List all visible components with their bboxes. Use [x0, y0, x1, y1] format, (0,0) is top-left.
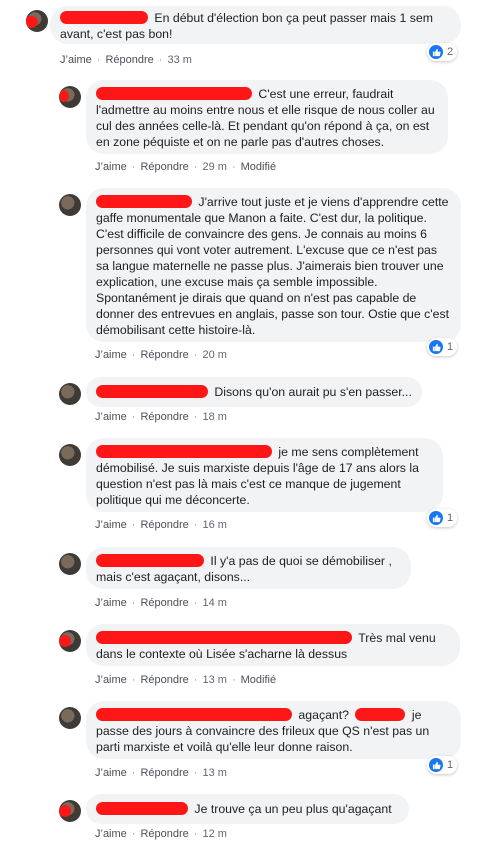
like-icon: [429, 758, 443, 772]
reaction-count[interactable]: 1: [427, 338, 458, 356]
reaction-number: 2: [447, 46, 454, 58]
comment-actions: J’aime · Répondre · 16 m: [95, 519, 227, 531]
like-link[interactable]: J’aime: [95, 411, 127, 423]
timestamp[interactable]: 29 m: [202, 161, 226, 173]
comment-text: Je trouve ça un peu plus qu'agaçant: [194, 802, 392, 816]
comment-bubble: Très mal venu dans le contexte où Lisée …: [86, 624, 460, 666]
comment-actions: J’aime · Répondre · 20 m: [95, 349, 227, 361]
comment-bubble: Il y'a pas de quoi se démobiliser , mais…: [86, 547, 411, 589]
comment-text: J'arrive tout juste et je viens d'appren…: [96, 195, 450, 337]
comment-bubble: je me sens complètement démobilisé. Je s…: [86, 438, 443, 512]
reply-link[interactable]: Répondre: [140, 597, 188, 609]
redacted-name: [96, 554, 204, 567]
timestamp[interactable]: 14 m: [202, 597, 226, 609]
avatar[interactable]: [59, 707, 81, 729]
comment-actions: J’aime · Répondre · 14 m: [95, 597, 227, 609]
like-link[interactable]: J’aime: [95, 161, 127, 173]
comment-feed: En début d'élection bon ça peut passer m…: [0, 0, 493, 855]
reaction-number: 1: [447, 759, 454, 771]
reaction-number: 1: [447, 512, 454, 524]
reply-link[interactable]: Répondre: [140, 519, 188, 531]
reaction-count[interactable]: 2: [427, 43, 458, 61]
timestamp[interactable]: 20 m: [202, 349, 226, 361]
reply-link[interactable]: Répondre: [140, 161, 188, 173]
comment-actions: J’aime · Répondre · 12 m: [95, 828, 227, 840]
avatar[interactable]: [59, 383, 81, 405]
avatar[interactable]: [59, 194, 81, 216]
comment-actions: J’aime · Répondre · 29 m · Modifié: [95, 161, 277, 173]
avatar[interactable]: [26, 10, 48, 32]
redacted-name: [60, 11, 148, 24]
like-icon: [429, 340, 443, 354]
comment-bubble: Disons qu'on aurait pu s'en passer...: [86, 377, 422, 407]
comment-actions: J’aime · Répondre · 18 m: [95, 411, 227, 423]
comment-bubble: Je trouve ça un peu plus qu'agaçant: [86, 794, 409, 824]
comment-bubble: J'arrive tout juste et je viens d'appren…: [86, 188, 461, 342]
avatar[interactable]: [59, 630, 81, 652]
avatar[interactable]: [59, 553, 81, 575]
like-link[interactable]: J’aime: [95, 349, 127, 361]
like-link[interactable]: J’aime: [95, 519, 127, 531]
like-link[interactable]: J’aime: [60, 54, 92, 66]
redacted-name: [96, 385, 208, 398]
reply-link[interactable]: Répondre: [140, 828, 188, 840]
like-icon: [429, 45, 443, 59]
comment-text-part-a: agaçant?: [298, 708, 350, 722]
comment-bubble: agaçant? je passe des jours à convaincre…: [86, 701, 461, 759]
timestamp[interactable]: 13 m: [202, 674, 226, 686]
reaction-count[interactable]: 1: [427, 509, 458, 527]
redacted-name: [96, 708, 292, 721]
redacted-name: [96, 802, 188, 815]
reaction-number: 1: [447, 341, 454, 353]
timestamp[interactable]: 16 m: [202, 519, 226, 531]
like-link[interactable]: J’aime: [95, 828, 127, 840]
edited-label[interactable]: Modifié: [241, 161, 276, 173]
comment-text: Disons qu'on aurait pu s'en passer...: [214, 385, 412, 399]
comment-actions: J’aime · Répondre · 13 m · Modifié: [95, 674, 277, 686]
comment-actions: J’aime · Répondre · 13 m: [95, 767, 227, 779]
redacted-name: [96, 445, 272, 458]
redacted-name: [96, 87, 252, 100]
reply-link[interactable]: Répondre: [140, 349, 188, 361]
redacted-mention: [355, 708, 406, 721]
reply-link[interactable]: Répondre: [140, 767, 188, 779]
reply-link[interactable]: Répondre: [140, 411, 188, 423]
redacted-name: [96, 195, 192, 208]
like-link[interactable]: J’aime: [95, 674, 127, 686]
avatar[interactable]: [59, 800, 81, 822]
reaction-count[interactable]: 1: [427, 756, 458, 774]
avatar[interactable]: [59, 86, 81, 108]
comment-bubble: C'est une erreur, faudrait l'admettre au…: [86, 80, 448, 154]
timestamp[interactable]: 13 m: [202, 767, 226, 779]
comment-actions: J’aime · Répondre · 33 m: [60, 54, 192, 66]
reply-link[interactable]: Répondre: [105, 54, 153, 66]
like-link[interactable]: J’aime: [95, 767, 127, 779]
edited-label[interactable]: Modifié: [241, 674, 276, 686]
redacted-name: [96, 631, 352, 644]
like-icon: [429, 511, 443, 525]
reply-link[interactable]: Répondre: [140, 674, 188, 686]
like-link[interactable]: J’aime: [95, 597, 127, 609]
timestamp[interactable]: 33 m: [167, 54, 191, 66]
avatar[interactable]: [59, 444, 81, 466]
timestamp[interactable]: 18 m: [202, 411, 226, 423]
comment-bubble: En début d'élection bon ça peut passer m…: [50, 6, 461, 44]
timestamp[interactable]: 12 m: [202, 828, 226, 840]
